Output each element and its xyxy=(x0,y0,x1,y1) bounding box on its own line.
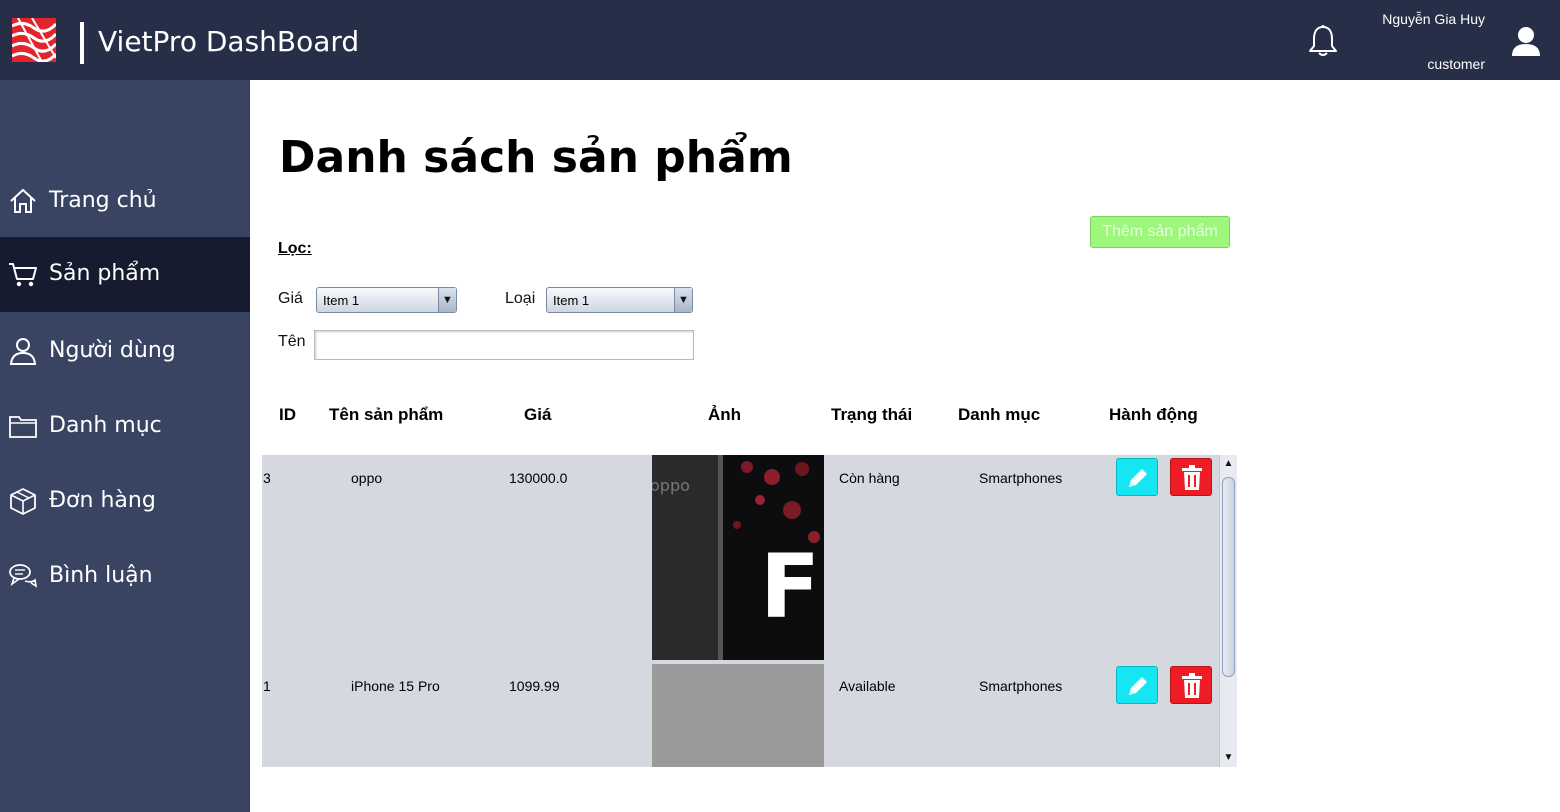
pencil-icon xyxy=(1129,677,1147,695)
edit-button[interactable] xyxy=(1116,666,1158,704)
cell-status: Còn hàng xyxy=(839,470,900,486)
column-header-status: Trạng thái xyxy=(831,405,913,424)
trash-icon xyxy=(1182,673,1202,698)
cell-id: 1 xyxy=(263,678,271,694)
home-icon xyxy=(8,186,38,216)
app-title: VietPro DashBoard xyxy=(98,25,360,58)
bell-icon[interactable] xyxy=(1307,24,1339,58)
add-product-button[interactable]: Thêm sản phẩm xyxy=(1090,216,1230,248)
delete-button[interactable] xyxy=(1170,666,1212,704)
sidebar-item-users[interactable]: Người dùng xyxy=(0,314,250,389)
column-header-category: Danh mục xyxy=(958,405,1041,424)
sidebar-item-label: Người dùng xyxy=(49,338,176,363)
cart-icon xyxy=(8,259,38,289)
page-title: Danh sách sản phẩm xyxy=(279,132,793,183)
user-role: customer xyxy=(1427,56,1485,72)
svg-text:oppo: oppo xyxy=(652,476,690,495)
sidebar-item-label: Đơn hàng xyxy=(49,488,156,513)
cell-category: Smartphones xyxy=(979,678,1063,694)
name-filter-input[interactable] xyxy=(314,330,694,360)
price-filter-value: Item 1 xyxy=(323,293,360,308)
cell-category: Smartphones xyxy=(979,470,1063,486)
cell-name: iPhone 15 Pro xyxy=(351,678,440,694)
sidebar-item-comments[interactable]: Bình luận xyxy=(0,539,250,614)
sidebar-item-categories[interactable]: Danh mục xyxy=(0,389,250,464)
sidebar-item-label: Trang chủ xyxy=(49,188,157,213)
sidebar-item-label: Sản phẩm xyxy=(49,261,161,286)
scroll-up-icon[interactable]: ▲ xyxy=(1220,455,1237,473)
column-header-image: Ảnh xyxy=(708,405,742,424)
filter-heading: Lọc: xyxy=(278,240,312,257)
svg-text:F: F xyxy=(760,535,820,638)
cell-status: Available xyxy=(839,678,896,694)
type-filter-value: Item 1 xyxy=(553,293,590,308)
chevron-down-icon: ▼ xyxy=(438,288,456,312)
delete-button[interactable] xyxy=(1170,458,1212,496)
logo-icon xyxy=(12,18,56,62)
table-scrollbar[interactable]: ▲ ▼ xyxy=(1219,455,1237,767)
product-image: oppo F xyxy=(650,455,824,660)
chat-icon xyxy=(8,561,38,591)
sidebar-item-products[interactable]: Sản phẩm xyxy=(0,237,250,312)
product-image-placeholder xyxy=(652,664,824,767)
sidebar-item-orders[interactable]: Đơn hàng xyxy=(0,464,250,539)
sidebar: Trang chủ Sản phẩm Người dùng Danh mục Đ… xyxy=(0,80,250,812)
sidebar-item-label: Bình luận xyxy=(49,563,153,588)
scroll-down-icon[interactable]: ▼ xyxy=(1220,749,1237,767)
name-filter-label: Tên xyxy=(278,333,306,350)
box-icon xyxy=(8,486,38,516)
title-divider xyxy=(80,22,84,64)
cell-name: oppo xyxy=(351,470,383,486)
type-filter-select[interactable]: Item 1 ▼ xyxy=(546,287,693,313)
scrollbar-thumb[interactable] xyxy=(1222,477,1235,677)
price-filter-select[interactable]: Item 1 ▼ xyxy=(316,287,457,313)
column-header-actions: Hành động xyxy=(1109,405,1198,424)
trash-icon xyxy=(1182,465,1202,490)
column-header-name: Tên sản phẩm xyxy=(329,405,444,424)
sidebar-item-label: Danh mục xyxy=(49,413,162,438)
type-filter-label: Loại xyxy=(505,290,536,307)
user-name: Nguyễn Gia Huy xyxy=(1382,11,1485,27)
edit-button[interactable] xyxy=(1116,458,1158,496)
top-bar: VietPro DashBoard Nguyễn Gia Huy custome… xyxy=(0,0,1560,80)
chevron-down-icon: ▼ xyxy=(674,288,692,312)
price-filter-label: Giá xyxy=(278,290,303,307)
cell-id: 3 xyxy=(263,470,271,486)
user-icon[interactable] xyxy=(1510,24,1542,58)
pencil-icon xyxy=(1129,469,1147,487)
product-table-body: 3 oppo 130000.0 oppo F Còn hàng Smartpho… xyxy=(262,455,1220,767)
column-header-id: ID xyxy=(279,405,296,424)
cell-price: 1099.99 xyxy=(509,678,560,694)
person-icon xyxy=(8,336,38,366)
column-header-price: Giá xyxy=(524,405,552,424)
sidebar-item-home[interactable]: Trang chủ xyxy=(0,164,250,239)
cell-price: 130000.0 xyxy=(509,470,568,486)
folder-icon xyxy=(8,411,38,441)
